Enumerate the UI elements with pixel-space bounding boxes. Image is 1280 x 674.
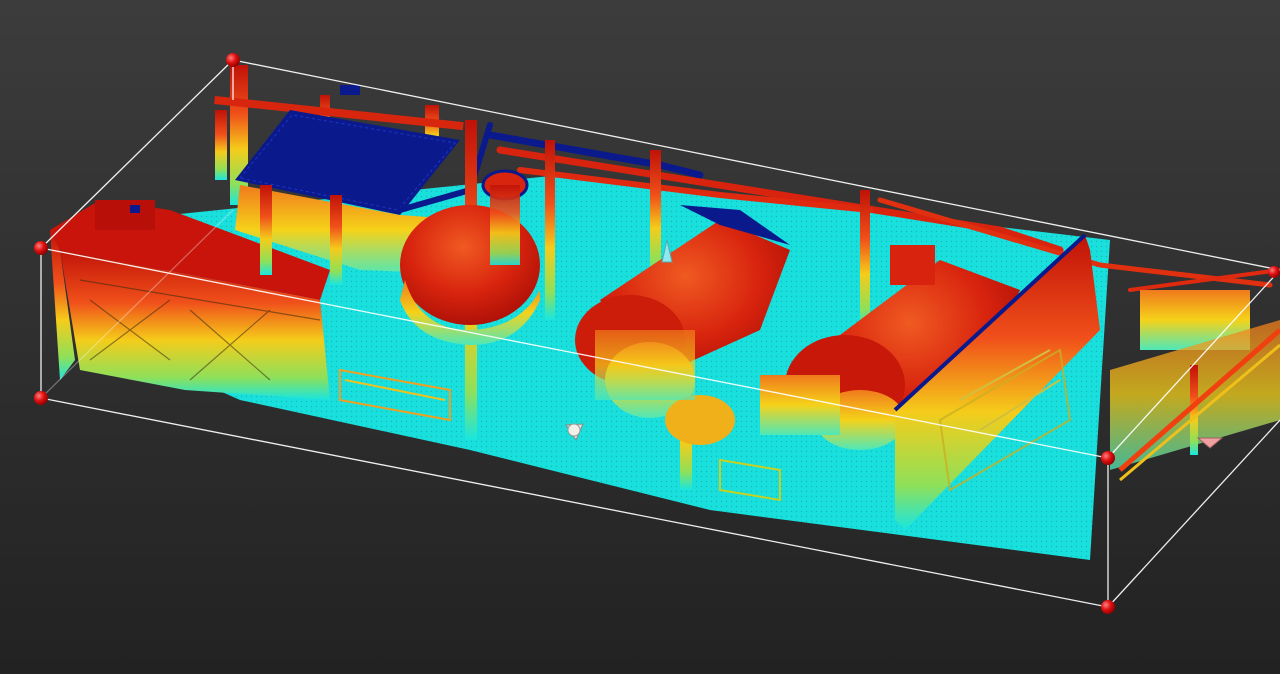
bbox-handle[interactable] [1268, 266, 1280, 278]
bbox-handle[interactable] [1101, 600, 1115, 614]
bbox-handle[interactable] [1101, 451, 1115, 465]
bbox-handle[interactable] [34, 391, 48, 405]
bbox-handle[interactable] [34, 241, 48, 255]
3d-viewport[interactable] [0, 0, 1280, 674]
bbox-handle[interactable] [226, 53, 240, 67]
